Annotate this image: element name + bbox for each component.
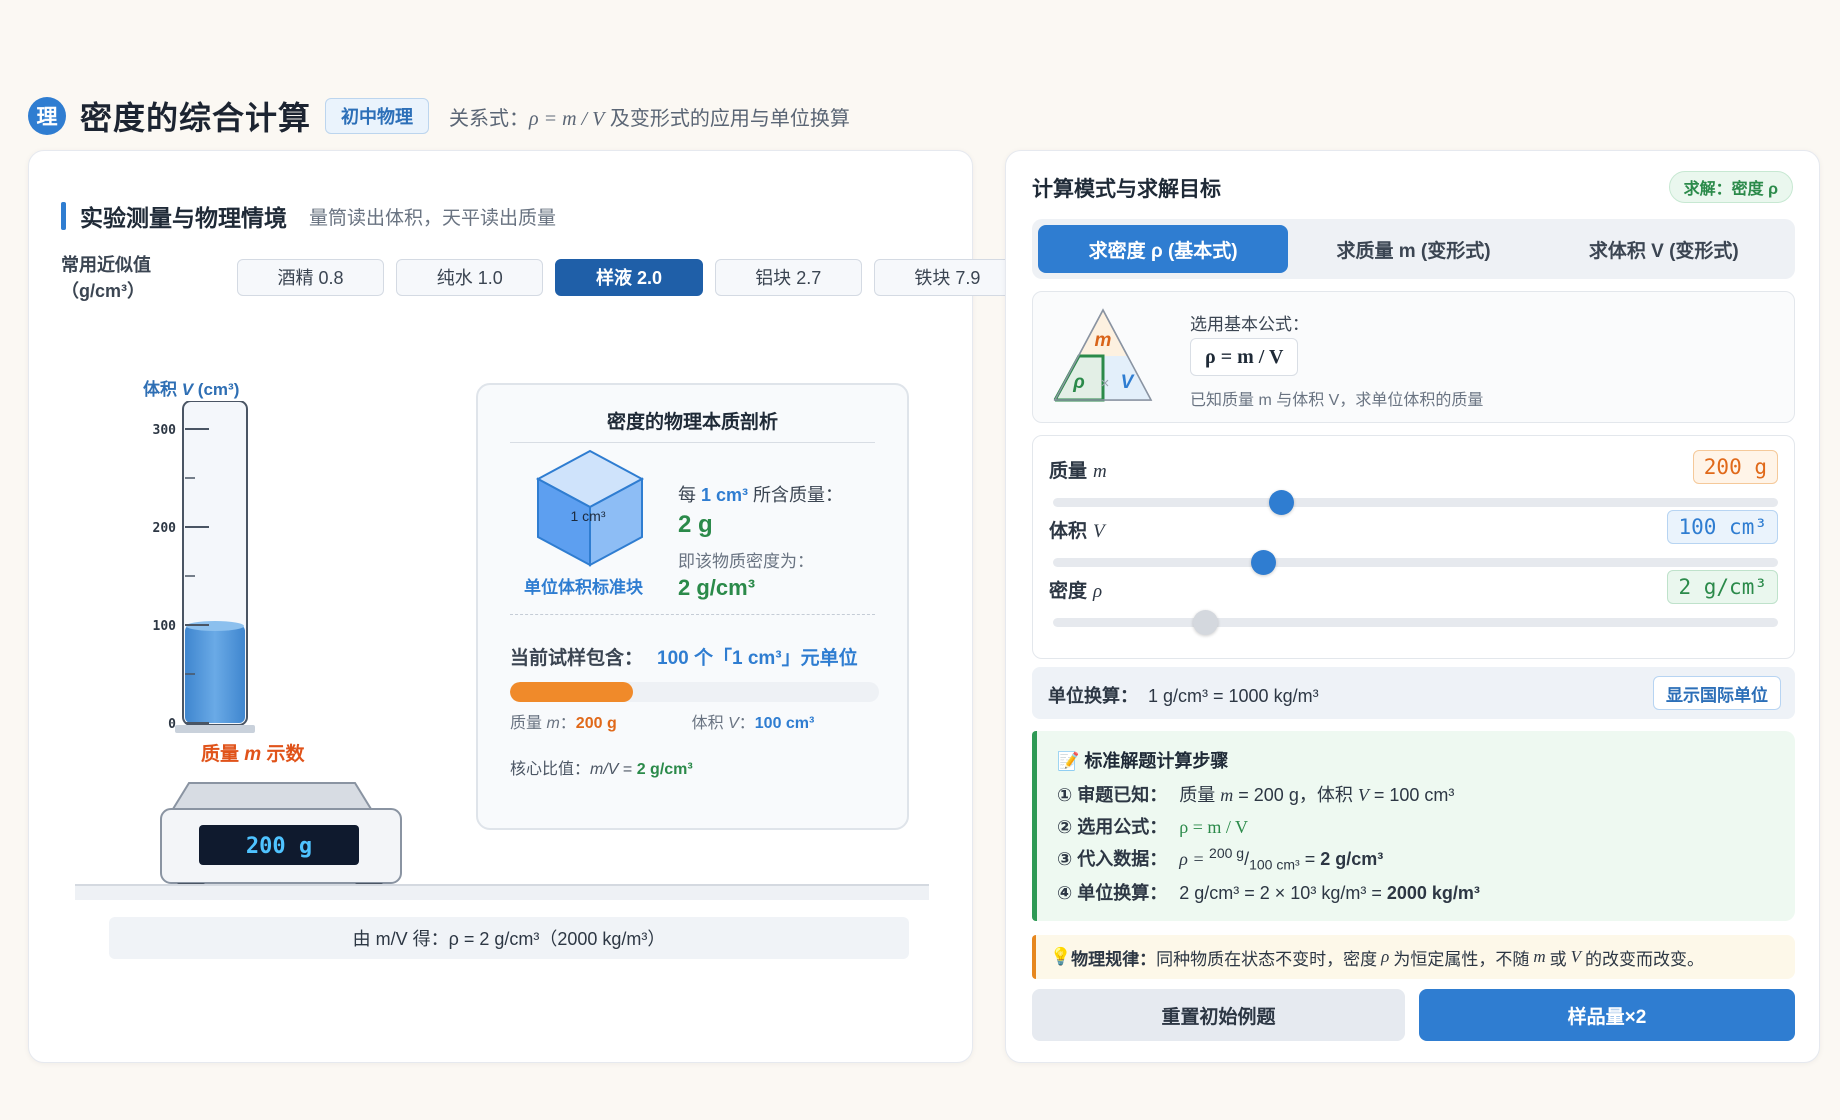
- mass-label: 质量 m: [1049, 461, 1107, 482]
- chip-alcohol[interactable]: 酒精 0.8: [236, 258, 385, 296]
- per-unit-mass: 2 g: [678, 511, 713, 538]
- approx-label: 常用近似值（g/cm³）: [61, 255, 151, 301]
- scale-pan: [171, 782, 373, 810]
- core-ratio: 核心比值：m/V = 2 g/cm³: [510, 761, 693, 778]
- unit-progress-bar: [510, 682, 879, 702]
- page-title: 密度的综合计算: [80, 100, 312, 136]
- double-sample-button[interactable]: 样品量×2: [1419, 989, 1795, 1041]
- cylinder-base: [175, 725, 255, 733]
- density-slider: [1053, 610, 1778, 635]
- formula-description: 已知质量 m 与体积 V，求单位体积的质量: [1190, 392, 1484, 409]
- tab-solve-density[interactable]: 求密度 ρ (基本式): [1038, 225, 1289, 273]
- svg-text:m: m: [1095, 330, 1112, 351]
- svg-text:V: V: [1121, 372, 1135, 393]
- result-strip: 由 m/V 得：ρ = 2 g/cm³（2000 kg/m³）: [109, 917, 909, 959]
- step-2: ② 选用公式： ρ = m / V: [1057, 817, 1249, 837]
- experiment-panel: 实验测量与物理情境 量筒读出体积，天平读出质量 常用近似值（g/cm³） 酒精 …: [28, 150, 1022, 1063]
- mass-slider[interactable]: [1053, 490, 1778, 515]
- tick-label: 200: [153, 521, 177, 536]
- formula-card: m ρ × V 选用基本公式： ρ = m / V 已知质量 m 与体积 V，求…: [1032, 291, 1795, 423]
- mass-slider-row: 质量 m 200 g: [1049, 450, 1778, 515]
- cube-caption: 单位体积标准块: [524, 578, 643, 597]
- progress-fill: [510, 682, 633, 702]
- cylinder-axis-label: 体积 V (cm³): [143, 380, 240, 399]
- volume-label: 体积 V: [1049, 521, 1105, 542]
- divider: [510, 442, 875, 443]
- chip-sample[interactable]: 样液 2.0: [555, 258, 703, 296]
- mass-value[interactable]: 200 g: [1692, 450, 1778, 484]
- density-value: 2 g/cm³: [1667, 570, 1778, 604]
- step-3: ③ 代入数据： ρ = 200 g/100 cm³ = 2 g/cm³: [1057, 845, 1384, 873]
- tick-label: 100: [153, 619, 177, 634]
- tick-label: 0: [168, 717, 176, 732]
- physics-law-note: 💡 物理规律： 同种物质在状态不变时，密度 ρ 为恒定属性，不随 m 或 V 的改变而改变。: [1032, 935, 1795, 979]
- chip-aluminum[interactable]: 铝块 2.7: [714, 258, 862, 296]
- chip-water[interactable]: 纯水 1.0: [396, 258, 544, 296]
- calculation-panel: 计算模式与求解目标 求解：密度 ρ 求密度 ρ (基本式) 求质量 m (变形式…: [1005, 150, 1820, 1063]
- analysis-title: 密度的物理本质剖析: [606, 412, 778, 433]
- tick-label: 300: [153, 423, 177, 438]
- section-title: 实验测量与物理情境 量筒读出体积，天平读出质量: [61, 199, 556, 233]
- calc-panel-title: 计算模式与求解目标: [1032, 178, 1221, 201]
- density-analysis-card: 密度的物理本质剖析 1 cm³ 单位体积标准块 每 1 cm³ 所含质量： 2 …: [476, 383, 909, 830]
- input-sliders: 质量 m 200 g 体积 V 100 cm³ 密度 ρ 2 g/cm³: [1032, 435, 1795, 659]
- svg-text:×: ×: [1101, 375, 1110, 392]
- page-header: 理 密度的综合计算 初中物理 关系式：ρ = m / V 及变形式的应用与单位换…: [28, 96, 850, 136]
- volume-value[interactable]: 100 cm³: [1667, 510, 1778, 544]
- solve-target-badge: 求解：密度 ρ: [1668, 171, 1793, 203]
- lab-apparatus: 300 200 100 0 200 g: [153, 401, 402, 892]
- solution-steps: 📝 标准解题计算步骤 ① 审题已知： 质量 m = 200 g，体积 V = 10…: [1032, 731, 1795, 921]
- step-1: ① 审题已知： 质量 m = 200 g，体积 V = 100 cm³: [1057, 785, 1455, 805]
- subject-tag: 初中物理: [325, 98, 430, 134]
- steps-title: 📝 标准解题计算步骤: [1057, 751, 1229, 771]
- density-slider-thumb: [1193, 610, 1219, 635]
- mass-volume-row: 质量 m：200 g 体积 V：100 cm³: [510, 715, 815, 732]
- tab-solve-volume[interactable]: 求体积 V (变形式): [1539, 225, 1789, 273]
- unit-cube-icon: 1 cm³: [535, 449, 645, 567]
- scale-reading: 200 g: [246, 834, 312, 859]
- svg-text:ρ: ρ: [1072, 372, 1085, 393]
- per-unit-text: 每 1 cm³ 所含质量：: [678, 485, 844, 505]
- mass-reading-label: 质量 m 示数: [201, 744, 305, 765]
- volume-slider-row: 体积 V 100 cm³: [1049, 510, 1778, 575]
- page-subtitle: 关系式：ρ = m / V 及变形式的应用与单位换算: [449, 107, 850, 130]
- density-value: 2 g/cm³: [678, 575, 756, 600]
- density-slider-row: 密度 ρ 2 g/cm³: [1049, 570, 1778, 635]
- lightbulb-icon: 💡: [1050, 947, 1072, 966]
- density-label: 即该物质密度为：: [678, 552, 814, 571]
- chip-iron[interactable]: 铁块 7.9: [873, 258, 1022, 296]
- density-label: 密度 ρ: [1049, 581, 1103, 602]
- dashed-divider: [510, 614, 875, 615]
- reset-example-button[interactable]: 重置初始例题: [1032, 989, 1405, 1041]
- mode-tabs: 求密度 ρ (基本式) 求质量 m (变形式) 求体积 V (变形式): [1032, 219, 1795, 279]
- unit-conversion-row: 单位换算： 1 g/cm³ = 1000 kg/m³ 显示国际单位: [1032, 667, 1795, 719]
- svg-text:1 cm³: 1 cm³: [571, 508, 606, 524]
- basic-formula: ρ = m / V: [1190, 338, 1299, 376]
- show-si-units-button[interactable]: 显示国际单位: [1653, 676, 1781, 710]
- tab-solve-mass[interactable]: 求质量 m (变形式): [1288, 225, 1538, 273]
- approx-values-row: 常用近似值（g/cm³） 酒精 0.8 纯水 1.0 样液 2.0 铝块 2.7…: [61, 251, 1033, 303]
- physics-logo-icon: 理: [28, 97, 66, 135]
- title-accent-bar: [61, 202, 66, 230]
- lab-bench: [75, 884, 929, 900]
- contain-row: 当前试样包含： 100 个「1 cm³」元单位: [510, 648, 858, 669]
- formula-label: 选用基本公式：: [1190, 315, 1309, 334]
- formula-triangle-icon: m ρ × V: [1053, 308, 1153, 402]
- step-4: ④ 单位换算： 2 g/cm³ = 2 × 10³ kg/m³ = 2000 kg…: [1057, 883, 1480, 903]
- volume-slider[interactable]: [1053, 550, 1778, 575]
